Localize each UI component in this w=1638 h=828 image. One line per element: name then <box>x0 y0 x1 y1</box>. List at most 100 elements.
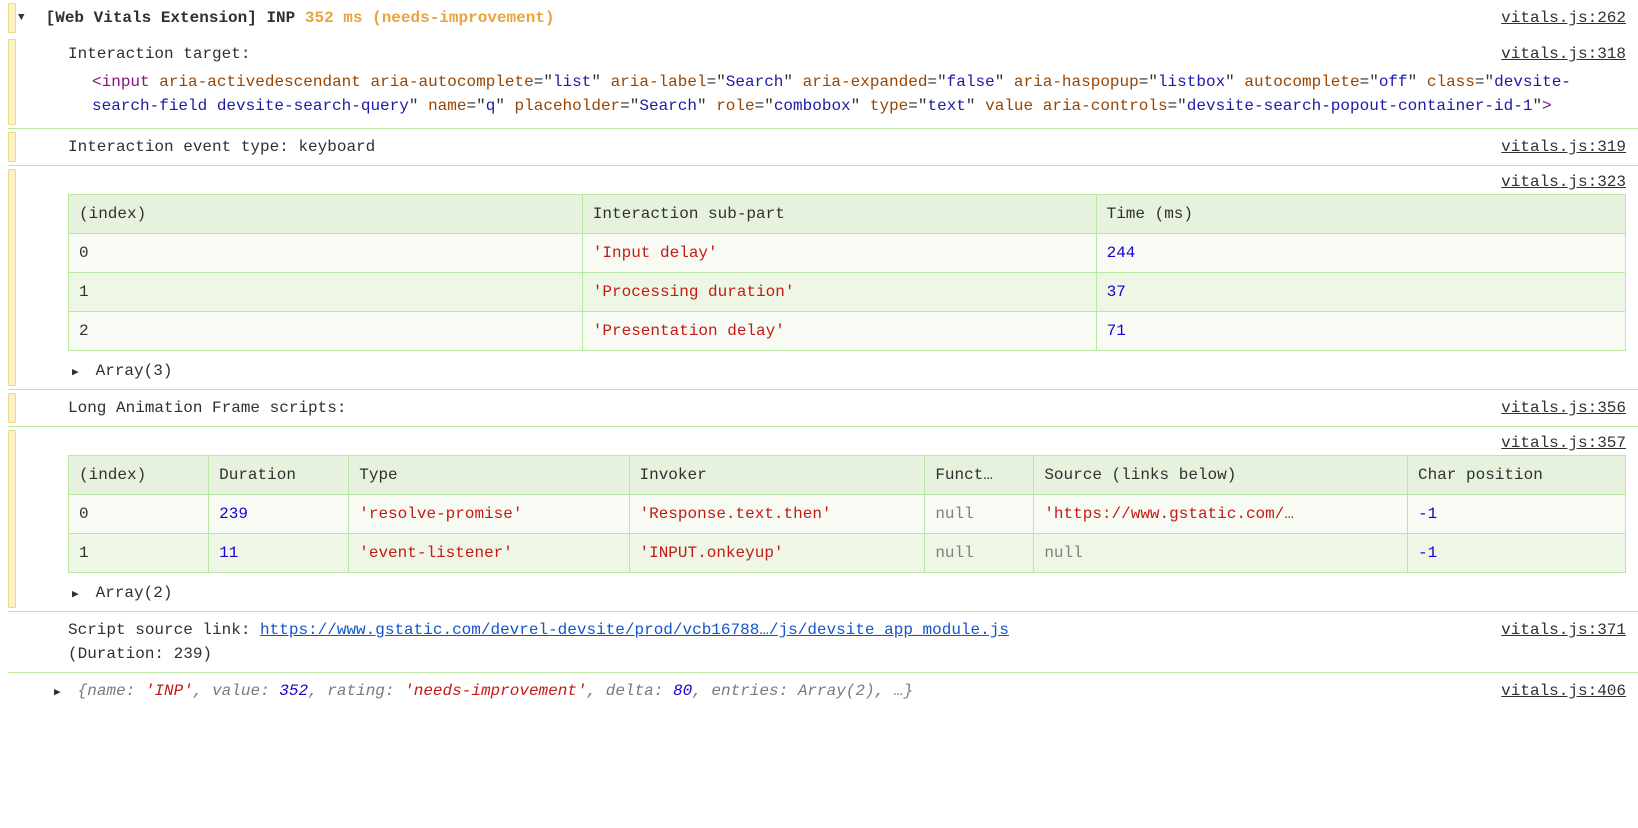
disclosure-down-icon[interactable]: ▼ <box>18 10 32 27</box>
source-link[interactable]: vitals.js:319 <box>1501 135 1626 159</box>
array-label: Array(2) <box>96 584 173 602</box>
obj-val-entries: Array(2) <box>798 682 875 700</box>
cell-type: 'event-listener' <box>349 534 629 573</box>
cell-duration: 11 <box>209 534 349 573</box>
interaction-target-markup[interactable]: <input aria-activedescendant aria-autoco… <box>68 66 1626 122</box>
cell-index: 0 <box>69 495 209 534</box>
obj-key-delta: delta: <box>606 682 664 700</box>
script-source-link[interactable]: https://www.gstatic.com/devrel-devsite/p… <box>260 621 1009 639</box>
attr-name: role <box>716 97 754 115</box>
header-value: 352 ms <box>305 9 363 27</box>
cell-function: null <box>925 534 1034 573</box>
obj-key-rating: rating: <box>327 682 394 700</box>
cell-subpart: 'Presentation delay' <box>582 312 1096 351</box>
table-header-row: (index) Duration Type Invoker Funct… Sou… <box>69 456 1626 495</box>
cell-char-position: -1 <box>1407 495 1625 534</box>
header-metric: INP <box>266 9 295 27</box>
attr-name: autocomplete <box>1244 73 1359 91</box>
table1-array-summary[interactable]: ▶ Array(3) <box>68 355 1626 389</box>
cell-time: 244 <box>1096 234 1625 273</box>
interaction-target-label: Interaction target: <box>68 45 250 63</box>
disclosure-right-icon[interactable]: ▶ <box>72 587 86 604</box>
brace-close: } <box>903 682 913 700</box>
cell-type: 'resolve-promise' <box>349 495 629 534</box>
obj-key-name: name: <box>87 682 135 700</box>
table-header-cell: Duration <box>209 456 349 495</box>
obj-ellipsis: … <box>894 682 904 700</box>
source-link[interactable]: vitals.js:318 <box>1501 42 1626 66</box>
interaction-subpart-table: (index) Interaction sub-part Time (ms) 0… <box>68 194 1626 351</box>
cell-subpart: 'Processing duration' <box>582 273 1096 312</box>
script-source-prefix: Script source link: <box>68 621 260 639</box>
array-label: Array(3) <box>96 362 173 380</box>
cell-invoker: 'INPUT.onkeyup' <box>629 534 925 573</box>
console-group-body: vitals.js:318 Interaction target: <input… <box>8 36 1638 709</box>
attr-name: aria-autocomplete <box>370 73 533 91</box>
cell-time: 37 <box>1096 273 1625 312</box>
obj-val-value: 352 <box>279 682 308 700</box>
source-link[interactable]: vitals.js:262 <box>1501 6 1626 30</box>
attr-name: aria-controls <box>1043 97 1168 115</box>
laf-label: Long Animation Frame scripts: <box>68 399 346 417</box>
attr-value: Search <box>639 97 697 115</box>
attr-name: value <box>985 97 1033 115</box>
table-header-cell: Invoker <box>629 456 925 495</box>
table-header-cell: Char position <box>1407 456 1625 495</box>
table-header-row: (index) Interaction sub-part Time (ms) <box>69 195 1626 234</box>
attr-value: off <box>1379 73 1408 91</box>
event-type-label: Interaction event type: keyboard <box>68 138 375 156</box>
table-header-cell: (index) <box>69 456 209 495</box>
source-link[interactable]: vitals.js:357 <box>1501 431 1626 455</box>
attr-value: listbox <box>1158 73 1225 91</box>
attr-name: aria-activedescendant <box>159 73 361 91</box>
table-row: 0239'resolve-promise''Response.text.then… <box>69 495 1626 534</box>
obj-val-name: 'INP' <box>145 682 193 700</box>
header-prefix: [Web Vitals Extension] <box>46 9 257 27</box>
cell-source: null <box>1034 534 1408 573</box>
source-link[interactable]: vitals.js:356 <box>1501 396 1626 420</box>
obj-key-entries: entries: <box>711 682 788 700</box>
table-header-cell: Interaction sub-part <box>582 195 1096 234</box>
table2-array-summary[interactable]: ▶ Array(2) <box>68 577 1626 611</box>
table-row: 111'event-listener''INPUT.onkeyup'nullnu… <box>69 534 1626 573</box>
header-rating: (needs-improvement) <box>372 9 554 27</box>
laf-scripts-table: (index) Duration Type Invoker Funct… Sou… <box>68 455 1626 573</box>
cell-duration: 239 <box>209 495 349 534</box>
table-header-cell: Source (links below) <box>1034 456 1408 495</box>
cell-subpart: 'Input delay' <box>582 234 1096 273</box>
attr-name: aria-label <box>611 73 707 91</box>
tag-name: input <box>102 73 150 91</box>
source-link[interactable]: vitals.js:371 <box>1501 618 1626 666</box>
attr-name: aria-haspopup <box>1014 73 1139 91</box>
disclosure-right-icon[interactable]: ▶ <box>72 365 86 382</box>
laf-label-row: vitals.js:356 Long Animation Frame scrip… <box>8 389 1638 426</box>
table-header-cell: Type <box>349 456 629 495</box>
attr-value: combobox <box>774 97 851 115</box>
cell-index: 2 <box>69 312 583 351</box>
script-source-link-row: Script source link: https://www.gstatic.… <box>8 611 1638 672</box>
disclosure-right-icon[interactable]: ▶ <box>54 685 68 702</box>
source-link[interactable]: vitals.js:406 <box>1501 679 1626 703</box>
table-header-cell: (index) <box>69 195 583 234</box>
interaction-target-row: vitals.js:318 Interaction target: <input… <box>8 36 1638 128</box>
cell-char-position: -1 <box>1407 534 1625 573</box>
obj-val-delta: 80 <box>673 682 692 700</box>
cell-source: 'https://www.gstatic.com/… <box>1034 495 1408 534</box>
table-row: 2'Presentation delay'71 <box>69 312 1626 351</box>
cell-invoker: 'Response.text.then' <box>629 495 925 534</box>
script-source-duration: (Duration: 239) <box>68 645 212 663</box>
obj-key-value: value: <box>212 682 270 700</box>
attr-name: name <box>428 97 466 115</box>
attr-name: placeholder <box>515 97 621 115</box>
attr-value: list <box>553 73 591 91</box>
attr-value: text <box>927 97 965 115</box>
tag-close-bracket: > <box>1542 97 1552 115</box>
object-summary-row[interactable]: vitals.js:406 ▶ {name: 'INP', value: 352… <box>8 672 1638 709</box>
source-link[interactable]: vitals.js:323 <box>1501 170 1626 194</box>
cell-function: null <box>925 495 1034 534</box>
obj-val-rating: 'needs-improvement' <box>404 682 586 700</box>
console-header-row[interactable]: ▼ vitals.js:262 [Web Vitals Extension] I… <box>8 0 1638 36</box>
attr-value: devsite-search-popout-container-id-1 <box>1187 97 1533 115</box>
cell-index: 1 <box>69 534 209 573</box>
table-row: 0'Input delay'244 <box>69 234 1626 273</box>
